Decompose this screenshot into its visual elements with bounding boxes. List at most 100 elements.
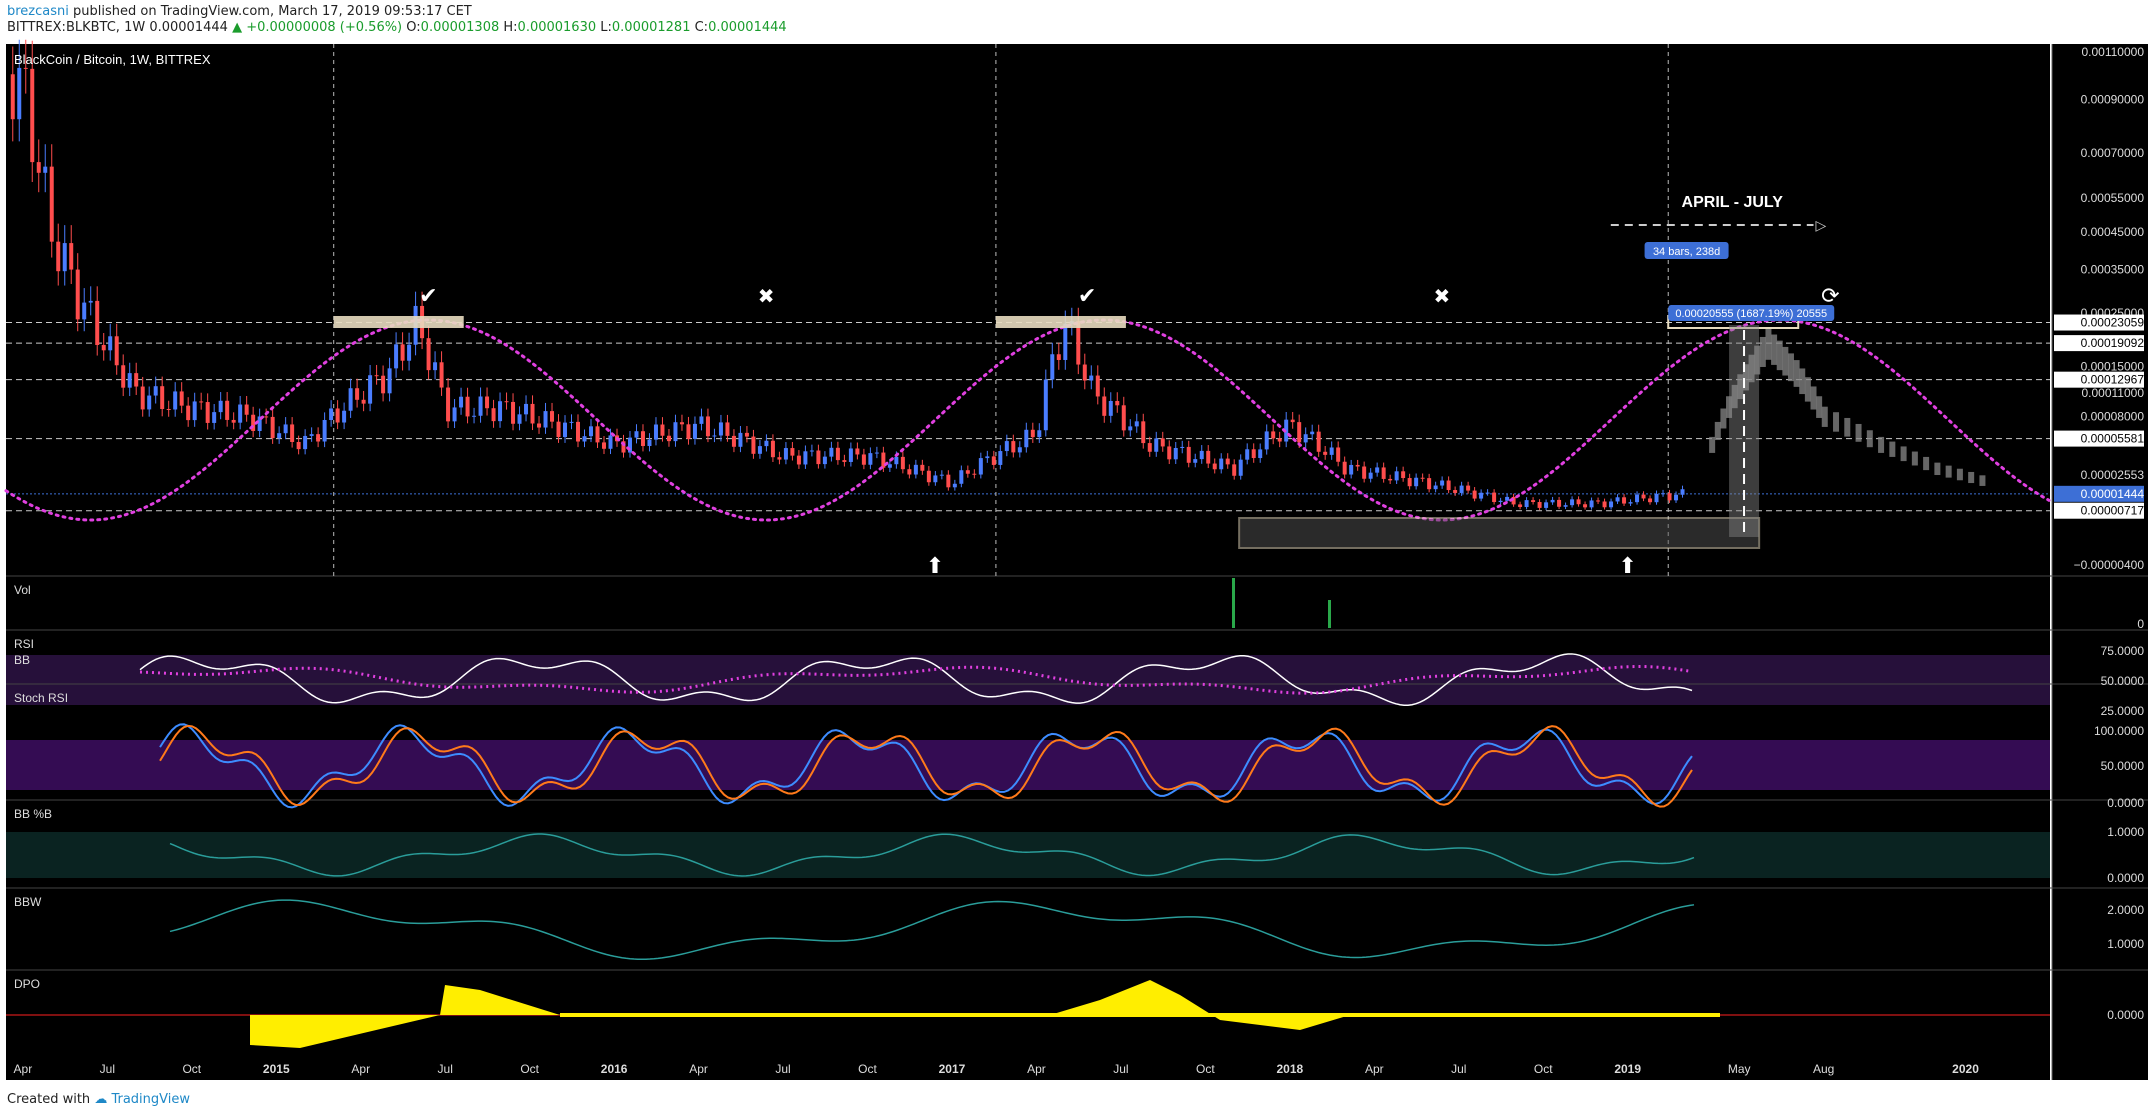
price-candle [1232,464,1237,476]
price-candle [517,414,522,424]
price-candle [1537,502,1542,508]
price-candle [1316,431,1321,452]
price-candle [855,448,860,455]
price-candle [153,386,158,396]
pane-title: DPO [14,977,40,991]
price-candle [835,447,840,461]
price-candle [1271,431,1276,439]
level-tag-label: 0.00001444 [2081,487,2145,501]
price-candle [1433,485,1438,490]
price-candle [1388,478,1393,481]
price-candle [173,391,178,410]
price-tick-label: 0.00110000 [2081,45,2144,59]
projection-candle [1821,406,1828,427]
price-candle [225,400,230,420]
price-candle [30,68,35,163]
x-tick-label: Apr [689,1062,708,1076]
price-candle [1583,504,1588,508]
price-candle [783,448,788,460]
price-candle [952,483,957,488]
price-candle [1589,500,1594,508]
price-candle [816,450,821,465]
projection-candle [1911,451,1918,466]
projection-candle [1799,368,1806,395]
price-candle [316,434,321,442]
price-candle [1303,434,1308,443]
price-candle [270,416,275,439]
price-candle [1017,447,1022,453]
price-candle [82,302,87,320]
price-candle [374,375,379,377]
price-candle [1531,500,1536,503]
projection-candle [1816,396,1823,418]
price-candle [920,464,925,471]
pane-title: BB %B [14,807,52,821]
price-candle [1160,438,1165,447]
price-candle [842,460,847,462]
price-candle [809,450,814,452]
price-candle [43,166,48,173]
price-candle [75,269,80,320]
x-tick-label: Jul [438,1062,453,1076]
price-candle [1004,441,1009,452]
price-candle [686,424,691,439]
volume-bar [1328,600,1331,628]
price-candle [673,422,678,442]
price-candle [1121,405,1126,431]
projection-candle [1833,412,1840,432]
x-tick-label: Jul [1451,1062,1466,1076]
price-candle [829,447,834,457]
price-candle [1602,501,1607,508]
projection-candle [1945,465,1952,478]
price-candle [114,336,119,366]
pane-tick-label: 1.0000 [2107,825,2144,839]
volume-bar [1232,578,1235,628]
price-tick-label: 0.00011000 [2081,386,2144,400]
price-candle [1336,447,1341,462]
price-candle [589,426,594,437]
price-candle [465,396,470,417]
projection-candle [1765,328,1772,360]
price-candle [1427,478,1432,490]
price-candle [361,399,366,404]
x-tick-label: Jul [1113,1062,1128,1076]
price-candle [666,435,671,442]
created-with-text: Created with [7,1092,91,1107]
price-candle [900,456,905,470]
refresh-icon: ⟳ [1821,284,1839,309]
price-candle [550,411,555,422]
price-candle [556,421,561,438]
price-candle [777,457,782,460]
projection-candle [1866,430,1873,448]
chart-canvas[interactable]: Apr Jul Oct 2015 Apr Jul Oct 2016 Apr Jul Oct 2017 A… [0,0,2148,1090]
price-candle [485,396,490,409]
rsi-band [6,655,2050,705]
price-candle [212,412,217,423]
price-candle [718,422,723,436]
price-candle [1056,354,1061,360]
x-tick-label: Apr [351,1062,370,1076]
level-tag-label: 0.00012967 [2081,373,2145,387]
price-candle [796,455,801,465]
price-candle [134,373,139,387]
price-candle [537,423,542,428]
price-candle [101,344,106,351]
price-candle [49,166,54,242]
x-tick-label: Jul [100,1062,115,1076]
tradingview-link[interactable]: TradingView [111,1092,190,1107]
price-candle [368,375,373,404]
price-candle [400,344,405,361]
projection-candle [1878,436,1885,453]
price-candle [907,469,912,475]
pane-tick-label: 0.0000 [2107,871,2144,885]
price-candle [699,416,704,424]
price-candle [764,440,769,447]
price-candle [1141,421,1146,444]
pane-tick-label: 50.0000 [2101,674,2145,688]
price-candle [1661,493,1666,495]
price-candle [192,401,197,421]
pane-title: Stoch RSI [14,691,68,705]
price-candle [1635,494,1640,503]
price-candle [1115,400,1120,406]
price-candle [1446,480,1451,491]
